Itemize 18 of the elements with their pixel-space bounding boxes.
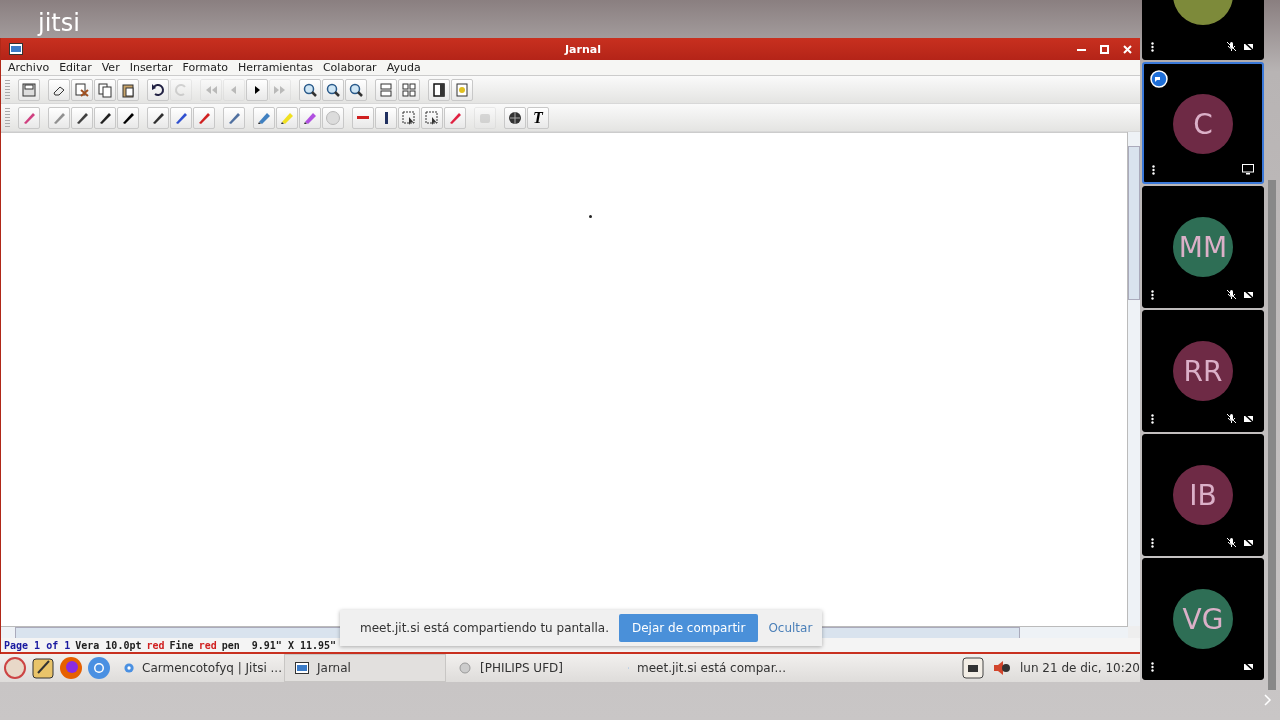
status-text: Vera 10.0pt — [75, 639, 142, 651]
avatar: RR — [1173, 341, 1233, 401]
status-text: red — [198, 639, 217, 651]
status-text: Page 1 of 1 — [4, 639, 71, 651]
task-label: [PHILIPS UFD] — [480, 661, 563, 675]
task-label: Jarnal — [317, 661, 351, 675]
status-text: red — [146, 639, 165, 651]
jitsi-logo: jitsi — [38, 10, 80, 36]
task-label: meet.jit.si está compar... — [637, 661, 786, 675]
avatar: IB — [1173, 465, 1233, 525]
status-text: pen 9.91" X 11.95" — [221, 639, 337, 651]
avatar: MM — [1173, 217, 1233, 277]
avatar: C — [1173, 94, 1233, 154]
status-text: Fine — [169, 639, 194, 651]
avatar: VG — [1173, 589, 1233, 649]
window-title: Jarnal — [563, 42, 602, 56]
task-label: Carmencotofyq | Jitsi ... — [142, 661, 282, 675]
share-message: meet.jit.si está compartiendo tu pantalla. — [360, 621, 609, 635]
